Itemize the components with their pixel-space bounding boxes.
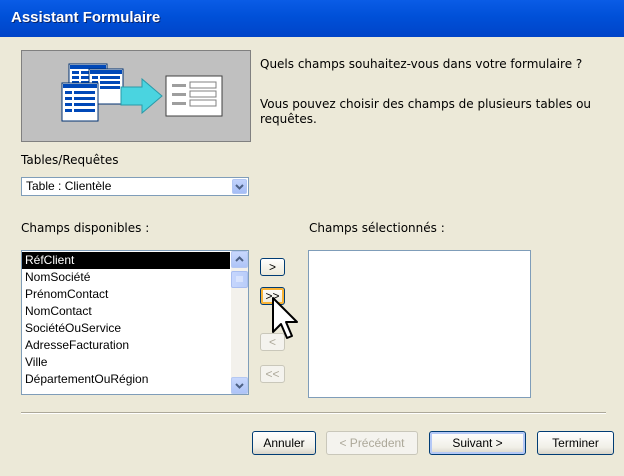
scroll-down-button[interactable] xyxy=(231,377,248,394)
chevron-down-icon[interactable] xyxy=(232,179,247,194)
title-bar: Assistant Formulaire xyxy=(0,0,624,37)
window-title: Assistant Formulaire xyxy=(11,9,161,26)
move-one-right-button[interactable]: > xyxy=(260,258,285,276)
selected-fields-label: Champs sélectionnés : xyxy=(309,221,445,235)
tables-label: Tables/Requêtes xyxy=(21,153,119,167)
hint-text-line-2: requêtes. xyxy=(260,112,317,126)
finish-button[interactable]: Terminer xyxy=(537,431,614,455)
available-fields-list[interactable]: RéfClient NomSociété PrénomContact NomConta… xyxy=(21,250,249,395)
hint-text-line-1: Vous pouvez choisir des champs de plusie… xyxy=(260,97,592,111)
next-button[interactable]: Suivant > xyxy=(429,431,526,455)
list-item-selected[interactable]: RéfClient xyxy=(22,252,230,269)
previous-button[interactable]: < Précédent xyxy=(326,431,418,455)
scroll-up-button[interactable] xyxy=(231,251,248,268)
tables-selected-value: Table : Clientèle xyxy=(26,179,112,193)
list-item[interactable]: SociétéOuService xyxy=(22,320,248,337)
selected-fields-list[interactable] xyxy=(308,250,531,398)
scroll-thumb[interactable] xyxy=(231,271,248,288)
list-item[interactable]: NomContact xyxy=(22,303,248,320)
list-item[interactable]: AdresseFacturation xyxy=(22,337,248,354)
list-item[interactable]: NomSociété xyxy=(22,269,248,286)
available-fields-label: Champs disponibles : xyxy=(21,221,150,235)
tables-combobox[interactable]: Table : Clientèle xyxy=(21,177,249,196)
vertical-scrollbar[interactable] xyxy=(231,251,248,394)
mouse-pointer-icon xyxy=(272,297,298,339)
move-all-left-button[interactable]: << xyxy=(260,365,285,383)
list-item[interactable]: Ville xyxy=(22,354,248,371)
separator xyxy=(21,412,606,414)
wizard-illustration xyxy=(21,50,251,142)
cancel-button[interactable]: Annuler xyxy=(252,431,316,455)
list-item[interactable]: DépartementOuRégion xyxy=(22,371,248,388)
list-item[interactable]: PrénomContact xyxy=(22,286,248,303)
question-text: Quels champs souhaitez-vous dans votre f… xyxy=(260,57,583,71)
